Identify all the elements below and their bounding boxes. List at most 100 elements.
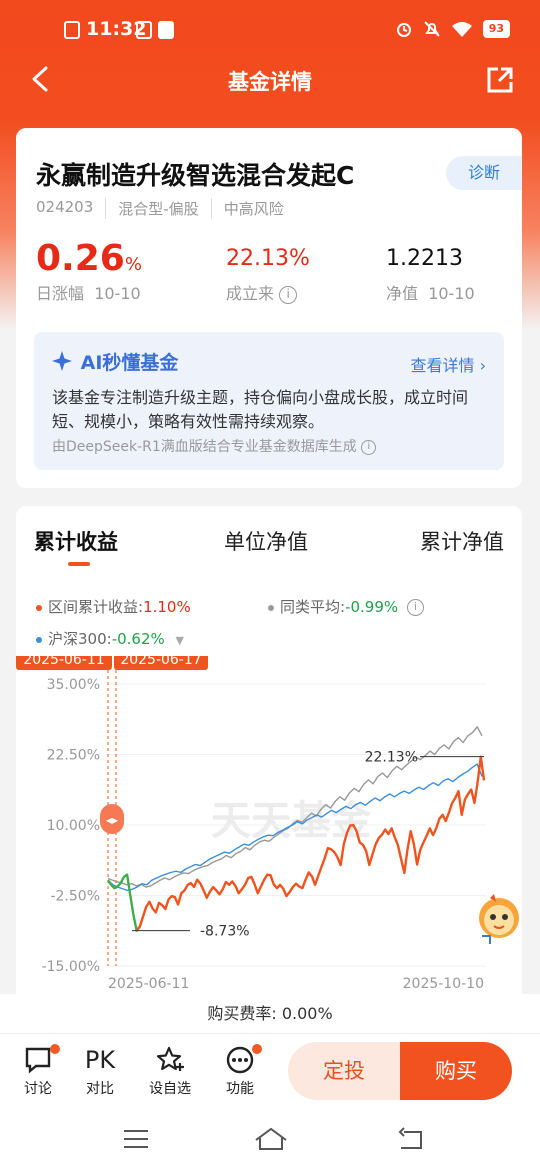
y-tick-label: -15.00% (42, 959, 100, 975)
chart-watermark: 天天基金 (211, 797, 372, 844)
y-tick-label: -2.50% (50, 889, 100, 905)
fund-info-card: 永赢制造升级智选混合发起C 诊断 024203 混合型-偏股 中高风险 0.26… (16, 128, 522, 328)
sparkle-icon (52, 351, 72, 371)
tab-cumulative-nav[interactable]: 累计净值 (420, 526, 504, 556)
range-handle: ◂▸ (100, 804, 124, 834)
compare-label: 对比 (86, 1081, 114, 1097)
ai-title-text: AI秒懂基金 (80, 352, 179, 374)
legend-index-value: -0.62% (111, 630, 165, 648)
chart-card: 累计收益 单位净值 累计净值 区间累计收益:1.10% 同类平均:-0.99% … (16, 506, 522, 994)
tab-unit-nav[interactable]: 单位净值 (224, 526, 308, 556)
fund-tags: 024203 混合型-偏股 中高风险 (36, 198, 296, 219)
info-icon[interactable]: i (406, 599, 424, 616)
legend-peer: 同类平均:-0.99% i (268, 596, 424, 617)
home-icon[interactable] (254, 1126, 288, 1152)
compare-button[interactable]: PK 对比 (70, 1042, 130, 1098)
fund-code: 024203 (36, 198, 94, 216)
functions-label: 功能 (226, 1081, 254, 1097)
wifi-icon (451, 22, 472, 37)
legend-fund-label: 区间累计收益: (48, 598, 144, 616)
purchase-fee: 购买费率: 0.00% (0, 994, 540, 1034)
since-inception-label: 成立来 (226, 284, 275, 303)
x-axis-labels: 2025-06-11 2025-10-10 (108, 976, 484, 992)
since-inception-metric: 22.13% 成立来 i (226, 240, 310, 304)
bottom-action-bar: 讨论 PK 对比 设自选 功能 定投 购买 (0, 1034, 540, 1110)
watchlist-label: 设自选 (149, 1081, 191, 1097)
active-tab-indicator (68, 562, 90, 566)
ai-title: AI秒懂基金 (52, 348, 178, 375)
ai-summary-box[interactable]: AI秒懂基金 查看详情 › 该基金专注制造升级主题，持仓偏向小盘成长股，成立时间… (34, 332, 504, 470)
diagnose-button[interactable]: 诊断 (446, 156, 522, 190)
app-notify-icon-2 (158, 21, 174, 39)
legend-index[interactable]: 沪深300:-0.62% ▼ (36, 628, 184, 649)
legend-dot (36, 604, 42, 611)
nav-label: 净值 (386, 284, 419, 303)
y-tick-label: 35.00% (47, 677, 100, 693)
legend-dot (268, 604, 274, 611)
notification-dot (50, 1044, 60, 1054)
battery-icon: 93 (482, 20, 510, 38)
x-tick-label: 2025-06-11 (108, 976, 189, 992)
daily-change-unit: % (124, 254, 142, 275)
info-icon[interactable]: i (279, 285, 298, 304)
mute-icon (423, 21, 440, 37)
back-icon[interactable] (396, 1126, 426, 1152)
ai-detail-link[interactable]: 查看详情 › (410, 352, 486, 376)
daily-change-value: 0.26 (36, 238, 125, 279)
min-label: -8.73% (200, 924, 250, 940)
ai-source: 由DeepSeek-R1满血版结合专业基金数据库生成 i (52, 436, 377, 456)
y-tick-label: 22.50% (47, 748, 100, 764)
legend-fund-value: 1.10% (143, 598, 191, 616)
legend-peer-value: -0.99% (345, 598, 399, 616)
nav-metric: 1.2213 净值 10-10 (386, 240, 475, 304)
daily-change-label: 日涨幅 (36, 284, 85, 303)
nav-date: 10-10 (428, 284, 475, 303)
ai-summary-text: 该基金专注制造升级主题，持仓偏向小盘成长股，成立时间短、规模小，策略有效性需持续… (52, 388, 469, 431)
app-notify-icon (136, 21, 152, 39)
menu-icon[interactable] (122, 1128, 150, 1150)
ai-source-text: 由DeepSeek-R1满血版结合专业基金数据库生成 (52, 439, 357, 455)
buy-button[interactable]: 购买 (400, 1042, 512, 1100)
y-tick-label: 10.00% (47, 818, 100, 834)
pk-icon: PK (84, 1046, 116, 1074)
buy-button-group: 定投 购买 (288, 1042, 512, 1100)
ai-summary-card: AI秒懂基金 查看详情 › 该基金专注制造升级主题，持仓偏向小盘成长股，成立时间… (16, 328, 522, 488)
auto-invest-button[interactable]: 定投 (288, 1042, 400, 1100)
nav-bar: 基金详情 (0, 60, 540, 100)
legend-fund: 区间累计收益:1.10% (36, 596, 191, 617)
legend-dot (36, 636, 42, 643)
notification-dot (252, 1044, 262, 1054)
tab-cumulative-return[interactable]: 累计收益 (34, 526, 118, 556)
marker-date-start: 2025-06-11 (23, 656, 104, 668)
functions-button[interactable]: 功能 (210, 1042, 270, 1098)
watchlist-button[interactable]: 设自选 (140, 1042, 200, 1098)
nav-value: 1.2213 (386, 246, 463, 271)
chart-tabs: 累计收益 单位净值 累计净值 (34, 526, 504, 566)
fund-type: 混合型-偏股 (105, 198, 210, 219)
info-icon[interactable]: i (361, 439, 377, 455)
x-tick-label: 2025-10-10 (403, 976, 484, 992)
chart-annotations: 22.13% -8.73% (132, 750, 484, 940)
more-icon (226, 1046, 254, 1074)
return-chart[interactable]: 天天基金 35.00% 22.50% 10.00% -2.50% -15.00% 202… (16, 656, 522, 994)
dropdown-caret-icon: ▼ (175, 634, 185, 647)
star-plus-icon (156, 1046, 184, 1071)
page-title: 基金详情 (228, 70, 312, 94)
legend-index-label: 沪深300: (48, 630, 112, 648)
handle-arrows-icon: ◂▸ (106, 813, 118, 827)
fund-name: 永赢制造升级智选混合发起C (36, 161, 355, 190)
system-navigation-bar (0, 1110, 540, 1170)
share-icon[interactable] (486, 66, 514, 94)
status-bar: 11:32 93 (0, 0, 540, 60)
daily-change-metric: 0.26% 日涨幅 10-10 (36, 240, 142, 304)
legend-peer-label: 同类平均: (280, 598, 346, 616)
mascot-icon[interactable] (472, 890, 526, 946)
ai-detail-label: 查看详情 (410, 356, 475, 375)
discuss-label: 讨论 (24, 1081, 52, 1097)
discuss-button[interactable]: 讨论 (8, 1042, 68, 1098)
max-label: 22.13% (365, 750, 418, 766)
alarm-icon (396, 23, 411, 37)
since-inception-value: 22.13% (226, 246, 310, 271)
chevron-right-icon: › (479, 356, 486, 375)
y-axis-labels: 35.00% 22.50% 10.00% -2.50% -15.00% (42, 677, 100, 975)
